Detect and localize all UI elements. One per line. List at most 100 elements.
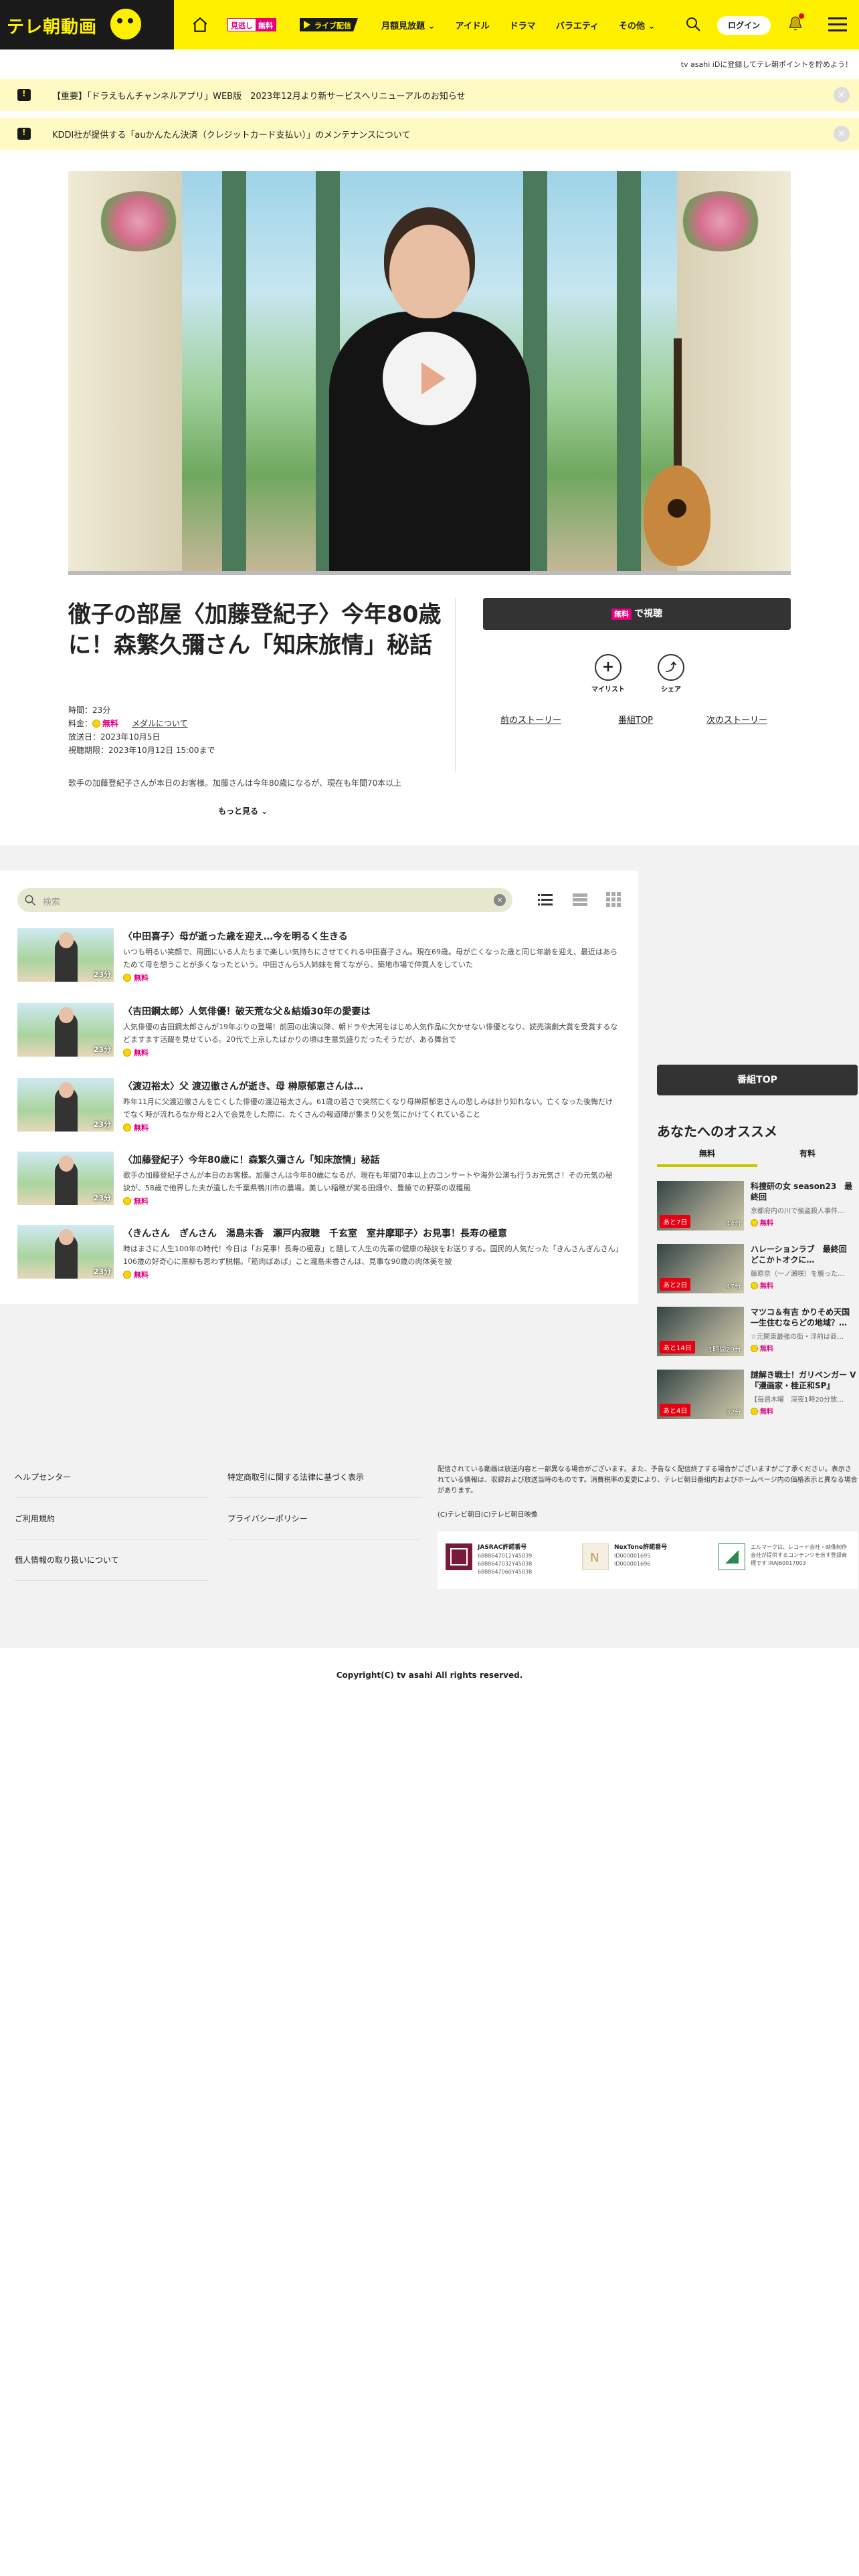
- license-lmark: エルマークは、レコード会社・映像制作会社が提供するコンテンツを示す登録商標です …: [719, 1543, 852, 1577]
- notice-bar[interactable]: KDDI社が提供する「auかんたん決済（クレジットカード支払い）」のメンテナンス…: [0, 118, 859, 150]
- nav-item-other[interactable]: その他: [619, 19, 655, 31]
- free-badge: 無料: [611, 609, 632, 620]
- recommend-item[interactable]: あと14日 1時間29分 マツコ＆有吉 かりそめ天国 一生住むならどの地域？… ☆…: [657, 1307, 858, 1359]
- episode-thumbnail[interactable]: 23分: [17, 1152, 114, 1205]
- tab-free[interactable]: 無料: [657, 1148, 757, 1167]
- detail-view-icon[interactable]: [573, 892, 587, 907]
- more-button[interactable]: もっと見る ⌄: [218, 805, 268, 817]
- footer-link-terms[interactable]: ご利用規約: [15, 1513, 209, 1539]
- login-button[interactable]: ログイン: [717, 16, 771, 35]
- recommend-item[interactable]: あと7日 44分 科捜研の女 season23 最終回 京都府内の川で強盗殺人事件…: [657, 1181, 858, 1233]
- episode-search[interactable]: 検索 ×: [17, 888, 512, 912]
- episode-thumbnail[interactable]: 23分: [17, 1078, 114, 1132]
- coin-icon: [751, 1219, 758, 1226]
- notice-icon: [17, 89, 31, 101]
- home-icon[interactable]: [191, 16, 209, 33]
- notice-bar[interactable]: 【重要】「ドラえもんチャンネルアプリ」WEB版 2023年12月より新サービスへ…: [0, 79, 859, 111]
- episode-item-title[interactable]: 〈加藤登紀子〉今年80歳に！森繁久彌さん「知床旅情」秘話: [123, 1153, 379, 1166]
- recommend-title[interactable]: マツコ＆有吉 かりそめ天国 一生住むならどの地域？…: [751, 1307, 858, 1328]
- episode-thumbnail[interactable]: 23分: [17, 1003, 114, 1057]
- footer-link-help[interactable]: ヘルプセンター: [15, 1471, 209, 1498]
- notification-dot: [799, 13, 804, 19]
- episode-duration: 時間：23分: [68, 706, 111, 715]
- nav-item-drama[interactable]: ドラマ: [510, 19, 536, 31]
- next-story-link[interactable]: 次のストーリー: [706, 713, 767, 726]
- price-label: 料金：: [68, 719, 93, 728]
- prev-story-link[interactable]: 前のストーリー: [500, 713, 561, 726]
- medal-info-link[interactable]: メダルについて: [132, 719, 188, 728]
- point-note[interactable]: tv asahi iDに登録してテレ朝ポイントを貯めよう！: [681, 59, 852, 70]
- license-title: JASRAC許諾番号: [478, 1544, 527, 1551]
- recommend-title[interactable]: 科捜研の女 season23 最終回: [751, 1181, 858, 1202]
- live-link[interactable]: ライブ配信: [300, 18, 358, 31]
- notice-text[interactable]: 【重要】「ドラえもんチャンネルアプリ」WEB版 2023年12月より新サービスへ…: [52, 89, 466, 102]
- play-button-icon[interactable]: [383, 332, 476, 425]
- svg-text:N: N: [590, 1551, 599, 1565]
- episode-aired: 放送日：2023年10月5日: [68, 732, 161, 742]
- tab-paid[interactable]: 有料: [757, 1148, 858, 1164]
- recommend-title[interactable]: ハレーションラブ 最終回 どこかトオクに…: [751, 1244, 858, 1265]
- share-button[interactable]: ⤴ シェア: [648, 654, 694, 693]
- free-badge: 無料: [123, 1047, 149, 1058]
- program-top-link[interactable]: 番組TOP: [618, 713, 653, 726]
- episode-duration: 23分: [93, 1194, 111, 1202]
- close-icon[interactable]: ×: [834, 126, 850, 142]
- free-label: 無料: [134, 1049, 149, 1057]
- free-badge: 無料: [123, 972, 149, 983]
- coin-icon: [123, 1049, 131, 1057]
- nav-item-variety[interactable]: バラエティ: [556, 19, 599, 31]
- coin-icon: [123, 1123, 131, 1132]
- program-top-button[interactable]: 番組TOP: [657, 1065, 858, 1095]
- recommend-thumbnail[interactable]: あと2日 47分: [657, 1244, 744, 1293]
- episode-item-title[interactable]: 〈吉田鋼太郎〉人気俳優！破天荒な父＆結婚30年の愛妻は: [123, 1004, 370, 1018]
- recommend-item[interactable]: あと4日 32分 謎解き戦士！ガリベンガー V 『漫画家・桂正和SP』 【毎週木曜…: [657, 1370, 859, 1422]
- episode-item-title[interactable]: 〈渡辺裕太〉父 渡辺徹さんが逝き、母 榊原郁恵さんは…: [123, 1079, 363, 1093]
- episode-list-item[interactable]: 23分 〈きんさん ぎんさん 湯島未香 瀬戸内寂聴 千玄室 室井摩耶子〉お見事！…: [17, 1225, 619, 1289]
- search-input[interactable]: 検索: [43, 895, 60, 907]
- episode-list-item[interactable]: 23分 〈渡辺裕太〉父 渡辺徹さんが逝き、母 榊原郁恵さんは… 昨年11月に父渡…: [17, 1078, 619, 1142]
- close-icon[interactable]: ×: [834, 87, 850, 103]
- notice-text[interactable]: KDDI社が提供する「auかんたん決済（クレジットカード支払い）」のメンテナンス…: [52, 128, 410, 140]
- grid-view-icon[interactable]: [606, 892, 621, 907]
- free-badge: 無料: [123, 1196, 149, 1206]
- mylist-label: マイリスト: [591, 686, 625, 693]
- recommend-thumbnail[interactable]: あと4日 32分: [657, 1370, 744, 1419]
- episode-list-item[interactable]: 23分 〈加藤登紀子〉今年80歳に！森繁久彌さん「知床旅情」秘話 歌手の加藤登紀…: [17, 1152, 619, 1216]
- episode-duration: 23分: [93, 1120, 111, 1129]
- episode-item-title[interactable]: 〈きんさん ぎんさん 湯島未香 瀬戸内寂聴 千玄室 室井摩耶子〉お見事！長寿の極…: [123, 1226, 507, 1240]
- recommend-title[interactable]: 謎解き戦士！ガリベンガー V 『漫画家・桂正和SP』: [751, 1370, 859, 1391]
- episode-thumbnail[interactable]: 23分: [17, 1225, 114, 1279]
- list-view-icon[interactable]: [538, 892, 553, 907]
- mitoshi-free-link[interactable]: 見逃し 無料: [227, 18, 276, 31]
- coin-icon: [123, 1271, 131, 1279]
- video-player[interactable]: [68, 171, 791, 575]
- episode-description: 歌手の加藤登紀子さんが本日のお客様。加藤さんは今年80歳になるが、現在も年間70…: [68, 778, 402, 788]
- clear-icon[interactable]: ×: [494, 894, 506, 906]
- divider: [455, 598, 456, 772]
- episode-list-item[interactable]: 23分 〈吉田鋼太郎〉人気俳優！破天荒な父＆結婚30年の愛妻は 人気俳優の吉田鋼…: [17, 1003, 619, 1067]
- watch-button[interactable]: 無料 で視聴: [483, 598, 791, 630]
- video-scene-guitar: [644, 338, 710, 575]
- footer-link-personal-info[interactable]: 個人情報の取り扱いについて: [15, 1554, 209, 1581]
- mitoshi-label: 見逃し: [228, 19, 256, 31]
- episode-thumbnail[interactable]: 23分: [17, 928, 114, 982]
- recommend-thumbnail[interactable]: あと7日 44分: [657, 1181, 744, 1230]
- nav-item-idol[interactable]: アイドル: [455, 19, 489, 31]
- days-left-badge: あと7日: [660, 1215, 691, 1228]
- nav-item-monthly[interactable]: 月額見放題: [381, 19, 435, 31]
- footer-link-tokushoho[interactable]: 特定商取引に関する法律に基づく表示: [227, 1471, 421, 1498]
- episode-list-item[interactable]: 23分 〈中田喜子〉母が逝った歳を迎え…今を明るく生きる いつも明るい笑顔で、周…: [17, 928, 619, 992]
- hamburger-menu-icon[interactable]: [828, 17, 847, 32]
- recommend-item[interactable]: あと2日 47分 ハレーションラブ 最終回 どこかトオクに… 藤原奈（一ノ瀬咲）を…: [657, 1244, 858, 1296]
- footer-link-privacy[interactable]: プライバシーポリシー: [227, 1513, 421, 1539]
- mylist-button[interactable]: + マイリスト: [585, 654, 632, 693]
- free-badge: 無料: [751, 1343, 773, 1353]
- video-scene-flowers: [95, 191, 182, 251]
- episode-item-title[interactable]: 〈中田喜子〉母が逝った歳を迎え…今を明るく生きる: [123, 930, 348, 943]
- license-number: 6888647012Y45039 6888647032Y45038 688864…: [478, 1553, 533, 1575]
- search-icon[interactable]: [685, 16, 701, 32]
- video-progress-bar[interactable]: [68, 571, 791, 575]
- footer-note: 配信されている動画は放送内容と一部異なる場合がございます。また、予告なく配信終了…: [438, 1466, 858, 1495]
- episode-item-desc: 歌手の加藤登紀子さんが本日のお客様。加藤さんは今年80歳になるが、現在も年間70…: [123, 1171, 613, 1192]
- recommend-thumbnail[interactable]: あと14日 1時間29分: [657, 1307, 744, 1356]
